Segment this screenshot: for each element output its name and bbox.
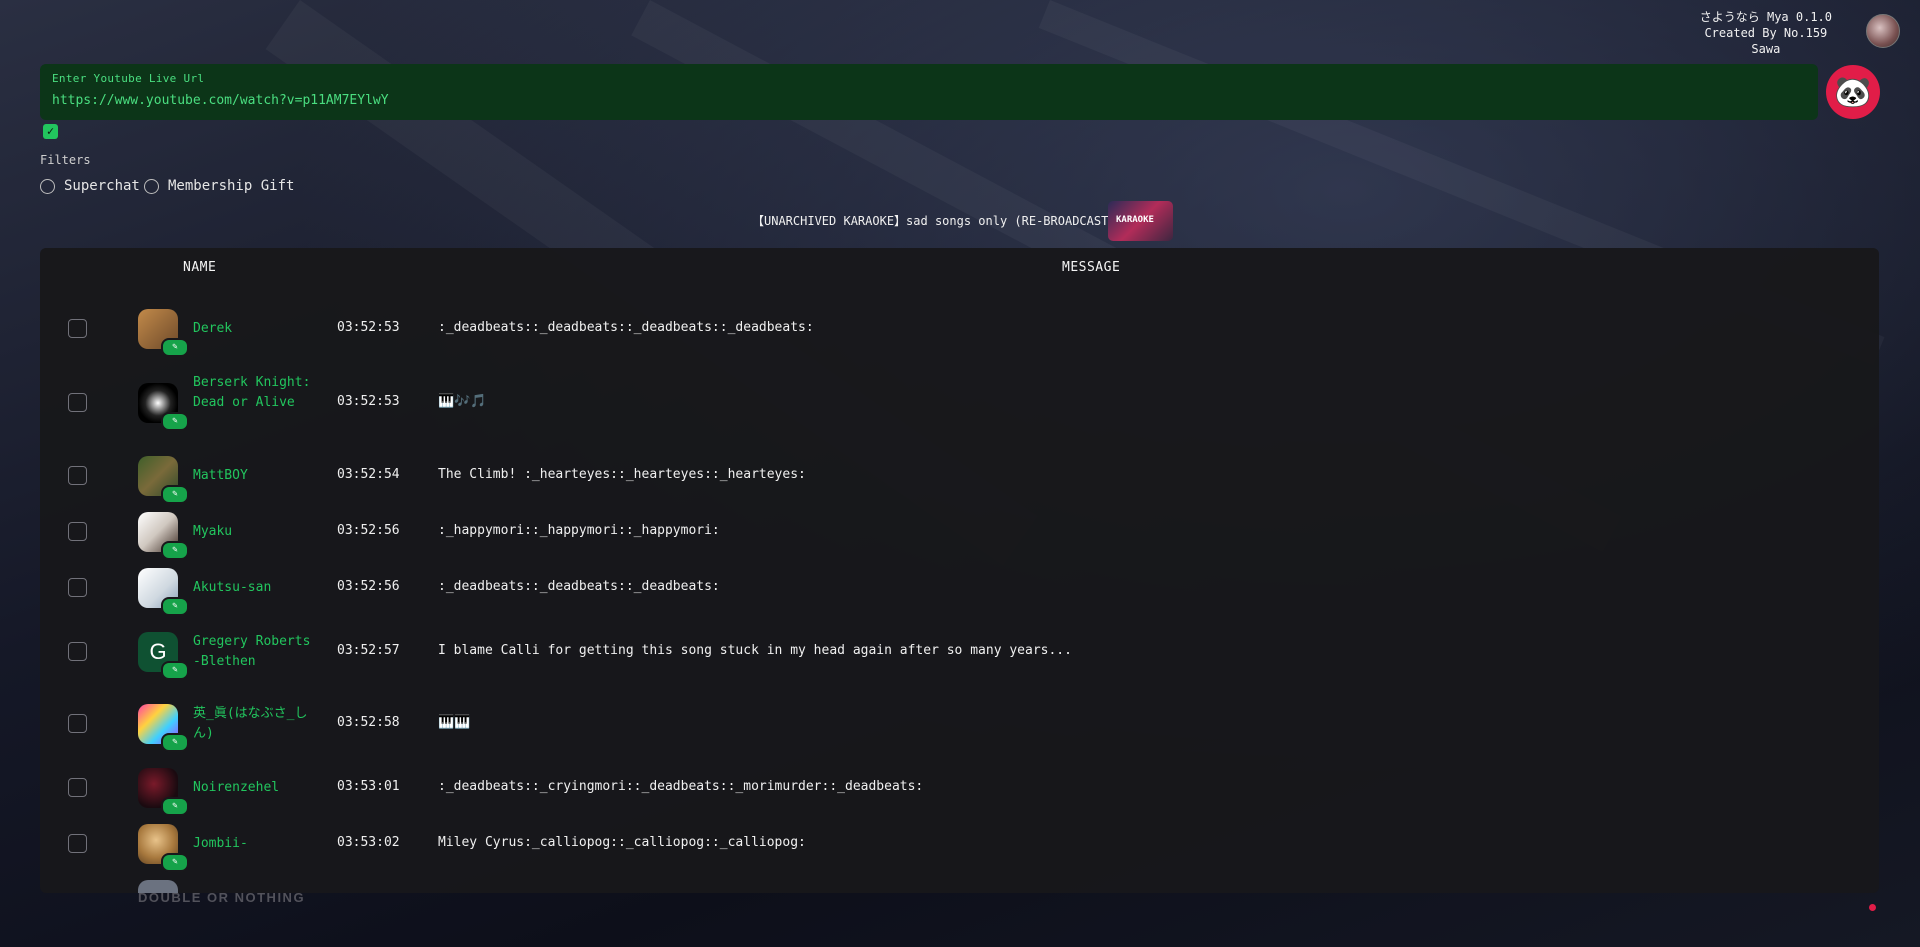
member-badge-icon: ✎ [161,733,189,752]
filters-label: Filters [40,153,91,167]
row-checkbox[interactable] [68,319,87,338]
chat-table: NAME MESSAGE ✎ Derek 03:52:53 :_deadbeat… [40,248,1879,893]
thumbnail-text: KARAOKE [1116,215,1154,225]
enable-checkbox[interactable]: ✓ [43,124,58,139]
member-badge-icon: ✎ [161,661,189,680]
background-text: DOUBLE OR NOTHING [138,890,306,905]
author-name: MattBOY [193,468,248,483]
row-checkbox[interactable] [68,466,87,485]
member-badge-icon: ✎ [161,797,189,816]
chat-time: 03:52:56 [337,523,400,538]
stream-thumbnail[interactable]: KARAOKE [1108,201,1173,241]
chat-time: 03:52:53 [337,394,400,409]
author-name: Gregery Roberts-Blethen [193,634,311,669]
author-name: Myaku [193,524,233,539]
column-name: NAME [183,260,217,275]
member-badge-icon: ✎ [161,412,189,431]
member-badge-icon: ✎ [161,541,189,560]
status-dot [1869,904,1876,911]
filter-superchat[interactable]: Superchat [40,178,140,194]
app-credit: Created By No.159 [1704,26,1828,40]
member-badge-icon: ✎ [161,853,189,872]
chat-time: 03:53:02 [337,835,400,850]
row-checkbox[interactable] [68,642,87,661]
chat-message: I blame Calli for getting this song stuc… [438,643,1072,658]
chat-time: 03:52:53 [337,320,400,335]
youtube-url-input[interactable] [52,90,1792,110]
superchat-label: Superchat [64,178,140,194]
membership-label: Membership Gift [168,178,295,194]
membership-radio[interactable] [144,178,159,194]
superchat-radio[interactable] [40,178,55,194]
author-name: 英_眞(はなぶさ_しん) [193,706,308,741]
column-message: MESSAGE [1062,260,1121,275]
author-name: Derek [193,321,233,336]
member-badge-icon: ✎ [161,597,189,616]
app-author: Sawa [1751,42,1781,56]
chat-time: 03:52:58 [337,715,400,730]
chat-message: :_deadbeats::_deadbeats::_deadbeats::_de… [438,320,814,335]
filter-membership[interactable]: Membership Gift [144,178,294,194]
row-checkbox[interactable] [68,578,87,597]
row-checkbox[interactable] [68,393,87,412]
chat-message: 🎹🎹 [438,715,471,730]
url-field-container: Enter Youtube Live Url [40,64,1818,120]
panda-icon[interactable]: 🐼 [1826,65,1880,119]
url-field-label: Enter Youtube Live Url [52,72,205,85]
chat-message: The Climb! :_hearteyes::_hearteyes::_hea… [438,467,806,482]
row-checkbox[interactable] [68,834,87,853]
chat-message: :_deadbeats::_cryingmori::_deadbeats::_m… [438,779,924,794]
user-avatar[interactable] [1866,14,1900,48]
chat-time: 03:52:57 [337,643,400,658]
stream-title: 【UNARCHIVED KARAOKE】sad songs only (RE-B… [752,214,1116,228]
chat-message: :_happymori::_happymori::_happymori: [438,523,720,538]
app-info: さようなら Mya 0.1.0 Created By No.159 Sawa [1700,9,1832,57]
chat-message: :_deadbeats::_deadbeats::_deadbeats: [438,579,720,594]
author-name: Noirenzehel [193,780,280,795]
author-name: Jombii- [193,836,248,851]
member-badge-icon: ✎ [161,338,189,357]
author-name: Berserk Knight: Dead or Alive [193,375,311,410]
row-checkbox[interactable] [68,778,87,797]
app-title: さようなら Mya 0.1.0 [1699,10,1832,24]
chat-message: 🎹🎶🎵 [438,394,487,409]
chat-time: 03:52:54 [337,467,400,482]
chat-time: 03:52:56 [337,579,400,594]
row-checkbox[interactable] [68,714,87,733]
chat-time: 03:53:01 [337,779,400,794]
author-name: Akutsu-san [193,580,272,595]
row-checkbox[interactable] [68,522,87,541]
member-badge-icon: ✎ [161,485,189,504]
chat-message: Miley Cyrus:_calliopog::_calliopog::_cal… [438,835,806,850]
